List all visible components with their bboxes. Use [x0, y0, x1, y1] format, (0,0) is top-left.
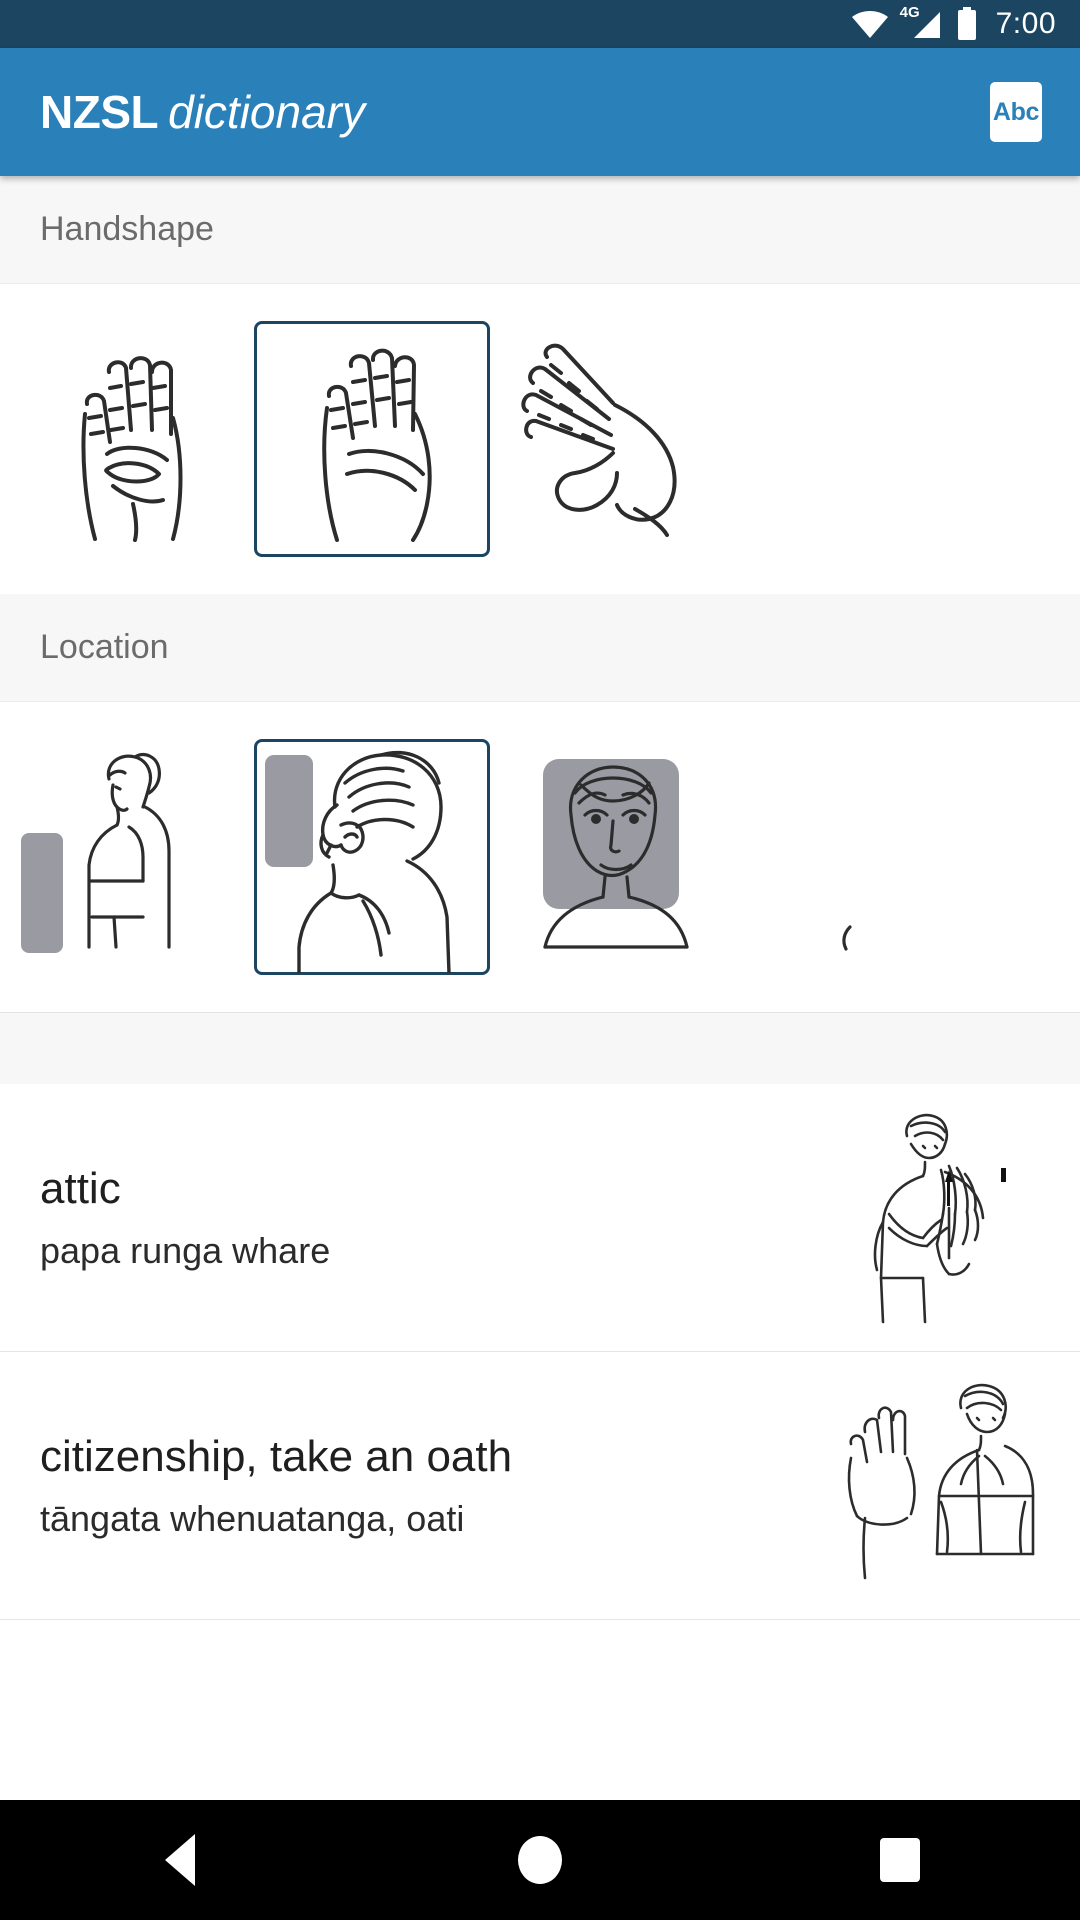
- result-item-citizenship[interactable]: citizenship, take an oath tāngata whenua…: [0, 1352, 1080, 1620]
- clock-label: 7:00: [995, 7, 1056, 40]
- cellular-signal-icon: 4G: [900, 5, 944, 40]
- app-bar: NZSL dictionary Abc: [0, 48, 1080, 176]
- filters-results-divider: [0, 1012, 1080, 1084]
- location-option-row[interactable]: [0, 702, 1080, 1012]
- page-content: Handshape Location attic papa runga whar…: [0, 176, 1080, 1620]
- handshape-section-label: Handshape: [40, 210, 214, 248]
- result-gloss: attic: [40, 1163, 121, 1213]
- battery-icon: [956, 7, 978, 41]
- location-section-header: Location: [0, 594, 1080, 702]
- result-gloss: citizenship, take an oath: [40, 1431, 513, 1481]
- handshape-option-bent-flat-hand-angled[interactable]: [494, 321, 730, 557]
- location-option-head-front-view-face-area[interactable]: [494, 739, 730, 975]
- app-title: NZSL dictionary: [40, 89, 365, 135]
- handshape-option-row[interactable]: [0, 284, 1080, 594]
- app-root: 4G 7:00 NZSL dictionary Abc Handshape Lo…: [0, 0, 1080, 1920]
- abc-mode-button[interactable]: Abc: [990, 82, 1042, 142]
- recents-icon[interactable]: [840, 1800, 960, 1920]
- home-icon[interactable]: [480, 1800, 600, 1920]
- result-item-attic[interactable]: attic papa runga whare: [0, 1084, 1080, 1352]
- location-option-partial-next-option[interactable]: [734, 739, 970, 975]
- location-option-head-side-view-beside-face[interactable]: [254, 739, 490, 975]
- handshape-option-flat-hand-thumb-across-palm[interactable]: [14, 321, 250, 557]
- location-section-label: Location: [40, 628, 169, 666]
- sign-illustration-citizenship: [840, 1376, 1040, 1596]
- handshape-option-flat-hand-palm-forward[interactable]: [254, 321, 490, 557]
- location-option-body-side-view-torso-space[interactable]: [14, 739, 250, 975]
- status-bar: 4G 7:00: [0, 0, 1080, 48]
- system-navigation-bar: [0, 1800, 1080, 1920]
- handshape-section-header: Handshape: [0, 176, 1080, 284]
- sign-illustration-attic: [840, 1108, 1040, 1328]
- back-icon[interactable]: [120, 1800, 240, 1920]
- app-title-italic: dictionary: [168, 86, 365, 138]
- result-text: citizenship, take an oath tāngata whenua…: [40, 1431, 513, 1539]
- wifi-icon: [850, 8, 890, 40]
- result-maori: tāngata whenuatanga, oati: [40, 1497, 465, 1539]
- result-maori: papa runga whare: [40, 1229, 331, 1271]
- app-title-bold: NZSL: [40, 86, 159, 138]
- result-text: attic papa runga whare: [40, 1163, 331, 1271]
